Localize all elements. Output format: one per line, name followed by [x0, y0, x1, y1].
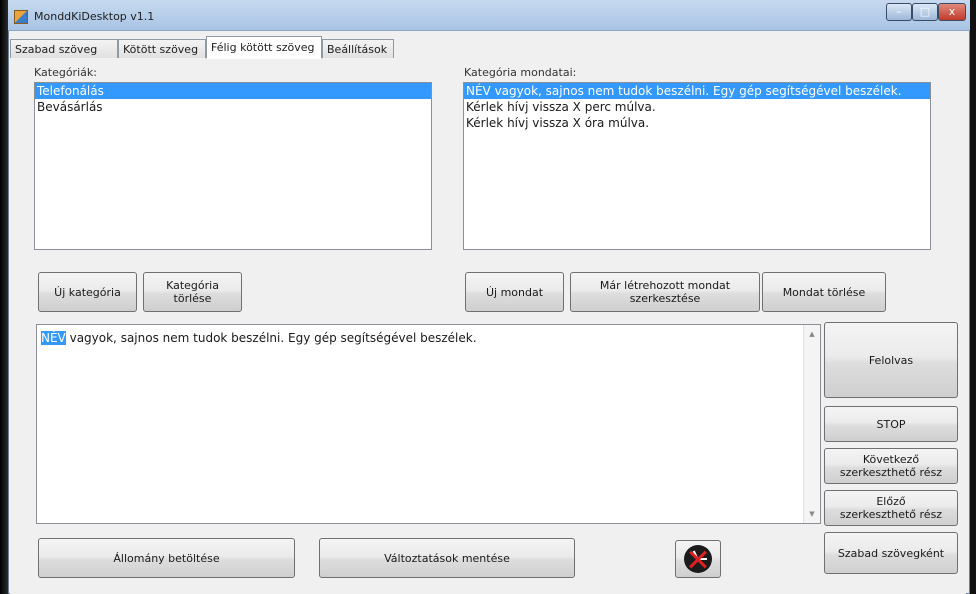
delete-sentence-button[interactable]: Mondat törlése	[762, 272, 886, 312]
load-file-button[interactable]: Állomány betöltése	[38, 538, 295, 578]
free-text-button[interactable]: Szabad szövegként	[824, 532, 958, 574]
scroll-up-icon[interactable]: ▲	[807, 329, 817, 339]
delete-category-button[interactable]: Kategória törlése	[143, 272, 242, 312]
clock-toggle-button[interactable]	[675, 540, 721, 578]
app-window: MonddKiDesktop v1.1 – □ x Szabad szöveg …	[8, 0, 970, 594]
window-title: MonddKiDesktop v1.1	[34, 10, 155, 23]
app-icon	[14, 10, 28, 24]
close-button[interactable]: x	[938, 3, 966, 21]
editor-scrollbar[interactable]: ▲ ▼	[803, 325, 820, 523]
categories-list[interactable]: Telefonálás Bevásárlás	[34, 82, 432, 250]
tab-settings[interactable]: Beállítások	[322, 39, 394, 59]
editor-text: NÉV vagyok, sajnos nem tudok beszélni. E…	[41, 331, 477, 345]
prev-part-button[interactable]: Előző szerkeszthető rész	[824, 490, 958, 526]
tab-fixed-text[interactable]: Kötött szöveg	[118, 39, 206, 59]
tab-content: Kategóriák: Telefonálás Bevásárlás Kateg…	[10, 58, 966, 594]
list-item[interactable]: Bevásárlás	[35, 99, 431, 115]
new-category-button[interactable]: Új kategória	[38, 272, 137, 312]
categories-label: Kategóriák:	[34, 66, 97, 79]
tab-free-text[interactable]: Szabad szöveg	[10, 39, 118, 59]
edit-sentence-button[interactable]: Már létrehozott mondat szerkesztése	[570, 272, 760, 312]
new-sentence-button[interactable]: Új mondat	[465, 272, 564, 312]
list-item[interactable]: NÉV vagyok, sajnos nem tudok beszélni. E…	[464, 83, 930, 99]
scroll-down-icon[interactable]: ▼	[807, 509, 817, 519]
desktop-edge	[0, 0, 8, 594]
list-item[interactable]: Kérlek hívj vissza X óra múlva.	[464, 115, 930, 131]
save-changes-button[interactable]: Változtatások mentése	[319, 538, 575, 578]
read-aloud-button[interactable]: Felolvas	[824, 322, 958, 398]
next-part-button[interactable]: Következő szerkeszthető rész	[824, 448, 958, 484]
list-item[interactable]: Kérlek hívj vissza X perc múlva.	[464, 99, 930, 115]
sentences-list[interactable]: NÉV vagyok, sajnos nem tudok beszélni. E…	[463, 82, 931, 250]
minimize-button[interactable]: –	[886, 3, 912, 21]
title-bar: MonddKiDesktop v1.1 – □ x	[8, 0, 970, 31]
editable-part-highlight: NÉV	[41, 331, 66, 345]
editor-rest-text: vagyok, sajnos nem tudok beszélni. Egy g…	[65, 331, 477, 345]
tab-strip: Szabad szöveg Kötött szöveg Félig kötött…	[10, 34, 966, 59]
sentences-label: Kategória mondatai:	[464, 66, 577, 79]
text-editor[interactable]: NÉV vagyok, sajnos nem tudok beszélni. E…	[36, 324, 821, 524]
list-item[interactable]: Telefonálás	[35, 83, 431, 99]
tab-semi-fixed-text[interactable]: Félig kötött szöveg	[206, 36, 322, 59]
maximize-button[interactable]: □	[912, 3, 938, 21]
clock-off-icon	[684, 545, 712, 573]
stop-button[interactable]: STOP	[824, 406, 958, 442]
